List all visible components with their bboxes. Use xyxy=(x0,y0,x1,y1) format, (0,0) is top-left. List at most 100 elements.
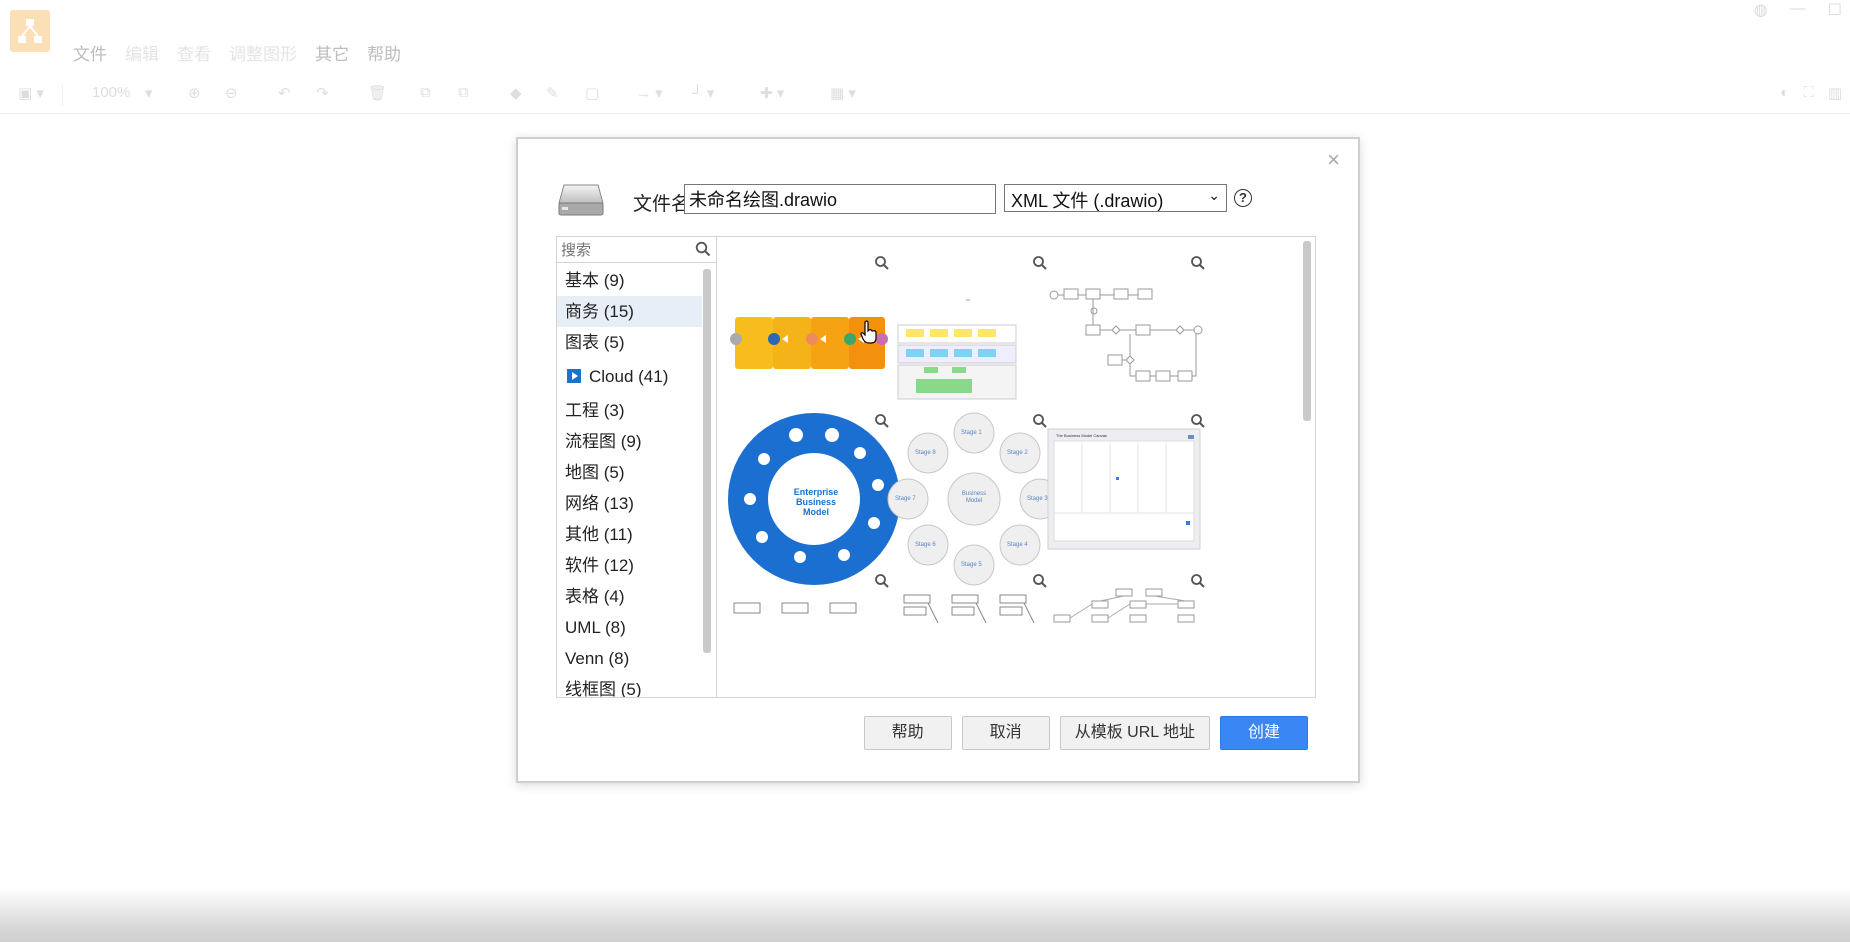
stage-3-label: Stage 3 xyxy=(1027,496,1048,502)
sidebar-scrollbar[interactable] xyxy=(703,269,711,653)
template-enterprise-model[interactable]: Enterprise Business Model xyxy=(728,413,900,585)
from-template-url-button[interactable]: 从模板 URL 地址 xyxy=(1059,716,1210,750)
stage-2-label: Stage 2 xyxy=(1007,450,1028,456)
template-bpmn[interactable] xyxy=(1046,255,1206,415)
chevron-down-icon: ⌄ xyxy=(1208,187,1220,203)
drive-icon xyxy=(558,184,604,216)
search-input[interactable] xyxy=(561,240,681,260)
stage-5-label: Stage 5 xyxy=(961,562,982,568)
waypoint-icon[interactable]: ┘ ▾ xyxy=(692,84,714,106)
menu-help[interactable]: 帮助 xyxy=(367,40,401,66)
category-other[interactable]: 其他 (11) xyxy=(557,519,702,550)
delete-icon[interactable]: 🗑 xyxy=(368,84,387,106)
template-stage-cycle[interactable]: Stage 1 Stage 2 Stage 3 Stage 4 Stage 5 … xyxy=(887,412,1061,586)
row3-b-thumbnail xyxy=(903,594,1035,624)
category-flowchart[interactable]: 流程图 (9) xyxy=(557,426,702,457)
zoom-out-icon[interactable]: ⊖ xyxy=(225,84,238,106)
cancel-button[interactable]: 取消 xyxy=(961,716,1050,750)
template-row3-c[interactable] xyxy=(1046,573,1206,697)
category-wireframes[interactable]: 线框图 (5) xyxy=(557,674,702,697)
app-window: 文件 编辑 查看 调整图形 其它 帮助 ◍ — ☐ ▣ ▾ 100% ▾ ⊕ ⊖… xyxy=(0,0,1850,942)
zoom-in-icon[interactable]: ⊕ xyxy=(188,84,201,106)
menu-bar: 文件 编辑 查看 调整图形 其它 帮助 xyxy=(73,40,401,66)
filename-row: 文件名: XML 文件 (.drawio) ⌄ ? xyxy=(558,179,1318,219)
zoom-select[interactable]: 100% xyxy=(92,84,130,106)
format-select[interactable]: XML 文件 (.drawio) ⌄ xyxy=(1004,184,1227,212)
toolbar-right: ◐ ⛶ ▥ xyxy=(1780,84,1842,102)
category-maps[interactable]: 地图 (5) xyxy=(557,457,702,488)
category-network[interactable]: 网络 (13) xyxy=(557,488,702,519)
category-cloud-label: Cloud (41) xyxy=(589,367,669,386)
bottom-shadow-band xyxy=(0,888,1850,942)
category-software[interactable]: 软件 (12) xyxy=(557,550,702,581)
category-uml[interactable]: UML (8) xyxy=(557,612,702,643)
category-cloud[interactable]: Cloud (41) xyxy=(557,361,702,392)
line-color-icon[interactable]: ✎ xyxy=(546,84,559,106)
dark-mode-icon[interactable]: ◐ xyxy=(1780,84,1789,102)
view-panel-icon[interactable]: ▣ ▾ xyxy=(18,84,44,106)
format-panel-icon[interactable]: ▥ xyxy=(1828,84,1842,102)
minimize-icon[interactable]: — xyxy=(1790,0,1806,18)
category-business[interactable]: 商务 (15) xyxy=(557,296,702,327)
insert-icon[interactable]: ✚ ▾ xyxy=(760,84,784,106)
category-engineering[interactable]: 工程 (3) xyxy=(557,395,702,426)
template-row3-a[interactable] xyxy=(730,573,890,697)
menu-view[interactable]: 查看 xyxy=(177,40,211,66)
enterprise-model-title: Enterprise Business Model xyxy=(730,487,902,517)
zoom-dropdown-icon[interactable]: ▾ xyxy=(145,84,153,106)
fullscreen-icon[interactable]: ⛶ xyxy=(1803,84,1814,102)
menu-edit[interactable]: 编辑 xyxy=(125,40,159,66)
to-back-icon[interactable]: ⧉ xyxy=(458,84,469,106)
format-help-icon[interactable]: ? xyxy=(1234,189,1252,207)
row3-c-thumbnail xyxy=(1053,588,1195,623)
maximize-icon[interactable]: ☐ xyxy=(1828,0,1842,19)
table-icon[interactable]: ▦ ▾ xyxy=(830,84,856,106)
stage-labels: Stage 1 Stage 2 Stage 3 Stage 4 Stage 5 … xyxy=(884,409,1064,589)
template-browser: 基本 (9) 商务 (15) 图表 (5) Cloud (41) 工程 (3) … xyxy=(556,236,1316,698)
undo-icon[interactable]: ↶ xyxy=(278,84,291,106)
search-icon[interactable] xyxy=(695,241,711,257)
stage-4-label: Stage 4 xyxy=(1007,542,1028,548)
filename-input[interactable] xyxy=(684,184,996,214)
expand-arrow-icon[interactable] xyxy=(567,369,581,383)
category-charts[interactable]: 图表 (5) xyxy=(557,327,702,358)
language-icon[interactable]: ◍ xyxy=(1754,0,1768,19)
stage-1-label: Stage 1 xyxy=(961,430,982,436)
menu-arrange[interactable]: 调整图形 xyxy=(229,40,297,66)
dialog-buttons: 帮助 取消 从模板 URL 地址 创建 xyxy=(863,716,1308,750)
window-controls: ◍ — ☐ xyxy=(1754,0,1850,19)
template-search xyxy=(557,237,716,263)
toolbar-divider xyxy=(62,84,63,106)
canvas-title: The Business Model Canvas xyxy=(1056,433,1107,438)
category-tables[interactable]: 表格 (4) xyxy=(557,581,702,612)
bpmn-thumbnail xyxy=(1049,288,1203,382)
category-venn[interactable]: Venn (8) xyxy=(557,643,702,674)
template-layered-blocks[interactable] xyxy=(888,255,1048,415)
template-business-canvas[interactable]: The Business Model Canvas xyxy=(1046,413,1206,573)
toolbar: ▣ ▾ 100% ▾ ⊕ ⊖ ↶ ↷ 🗑 ⧉ ⧉ ◆ ✎ ▢ → ▾ ┘ ▾ ✚… xyxy=(0,76,1850,114)
template-gallery: Enterprise Business Model Stage 1 Stage … xyxy=(718,237,1315,697)
category-basic[interactable]: 基本 (9) xyxy=(557,265,702,296)
gallery-scrollbar[interactable] xyxy=(1303,241,1311,421)
help-button[interactable]: 帮助 xyxy=(863,716,952,750)
stage-7-label: Stage 7 xyxy=(895,496,916,502)
shadow-icon[interactable]: ▢ xyxy=(585,84,599,106)
menu-file[interactable]: 文件 xyxy=(73,40,107,66)
redo-icon[interactable]: ↷ xyxy=(316,84,329,106)
stage-8-label: Stage 8 xyxy=(915,450,936,456)
create-button[interactable]: 创建 xyxy=(1220,716,1308,750)
connection-icon[interactable]: → ▾ xyxy=(636,84,663,106)
new-diagram-dialog: × 文件名: XML 文件 (.drawio) ⌄ ? xyxy=(516,137,1360,783)
format-select-value: XML 文件 (.drawio) xyxy=(1011,191,1164,211)
enterprise-title-line1: Enterprise xyxy=(793,487,839,497)
row3-a-thumbnail xyxy=(733,602,857,614)
to-front-icon[interactable]: ⧉ xyxy=(420,84,431,106)
enterprise-title-line3: Model xyxy=(803,507,829,517)
business-model-line2: Model xyxy=(965,498,983,504)
template-row3-b[interactable] xyxy=(888,573,1048,697)
close-button[interactable]: × xyxy=(1327,149,1340,171)
menu-extras[interactable]: 其它 xyxy=(315,40,349,66)
fill-color-icon[interactable]: ◆ xyxy=(510,84,522,106)
enterprise-title-line2: Business xyxy=(795,497,837,507)
business-model-line1: Business xyxy=(961,491,987,497)
